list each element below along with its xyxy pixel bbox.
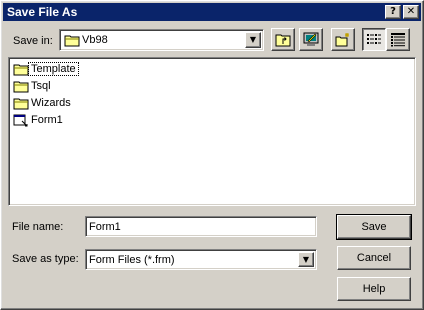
- details-view-icon: [391, 33, 405, 47]
- new-folder-icon: [335, 33, 349, 47]
- folder-icon: [64, 35, 80, 47]
- help-button[interactable]: Help: [337, 277, 411, 301]
- file-list[interactable]: Template Tsql Wizards Form1: [8, 57, 416, 206]
- new-folder-button[interactable]: [331, 28, 355, 51]
- save-as-type-label: Save as type:: [12, 253, 79, 265]
- save-as-type-value: Form Files (*.frm): [89, 254, 175, 266]
- list-item-label: Tsql: [31, 80, 51, 92]
- up-one-level-icon: [275, 34, 291, 47]
- save-button[interactable]: Save: [336, 214, 412, 240]
- folder-icon: [13, 64, 29, 76]
- list-view-button[interactable]: [362, 28, 386, 51]
- folder-icon: [13, 81, 29, 93]
- form-file-icon: [13, 114, 28, 127]
- list-item-label: Form1: [31, 114, 63, 126]
- folder-icon: [13, 98, 29, 110]
- save-as-type-dropdown[interactable]: Form Files (*.frm) ▼: [85, 249, 317, 270]
- help-title-button[interactable]: ?: [385, 5, 401, 19]
- file-name-input[interactable]: [85, 216, 317, 237]
- chevron-down-icon[interactable]: ▼: [298, 252, 314, 267]
- desktop-button[interactable]: [299, 28, 323, 51]
- save-file-as-dialog: Save File As ? ✕ Save in: Vb98 ▼ Templat…: [0, 0, 424, 310]
- save-in-dropdown[interactable]: Vb98 ▼: [59, 29, 264, 51]
- save-in-label: Save in:: [13, 35, 53, 47]
- title-bar[interactable]: Save File As ? ✕: [3, 3, 421, 21]
- list-item-label: Wizards: [31, 97, 71, 109]
- details-view-button[interactable]: [386, 28, 410, 51]
- cancel-button[interactable]: Cancel: [337, 246, 411, 270]
- file-name-label: File name:: [12, 221, 64, 233]
- window-title: Save File As: [7, 5, 78, 19]
- desktop-icon: [303, 32, 319, 46]
- up-one-level-button[interactable]: [271, 28, 295, 51]
- list-item-label: Template: [28, 62, 79, 76]
- save-in-value: Vb98: [82, 34, 108, 46]
- list-view-icon: [367, 34, 381, 44]
- close-button[interactable]: ✕: [403, 5, 419, 19]
- chevron-down-icon[interactable]: ▼: [245, 32, 261, 48]
